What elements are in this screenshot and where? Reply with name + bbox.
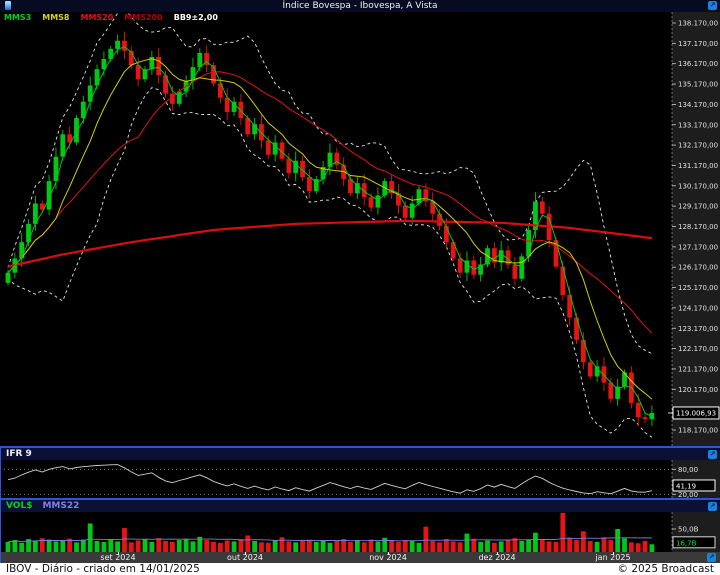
svg-text:16,7B: 16,7B [676,539,697,547]
mms8-line [8,59,652,399]
svg-text:133.170,00: 133.170,00 [678,121,718,129]
legend-mms3: MMS3 [4,13,31,22]
volume-bars [6,513,655,552]
trading-terminal-window: Índice Bovespa - Ibovespa, A Vista ↗ 138… [0,0,720,575]
volume-value-box: 16,7B [673,537,715,548]
time-axis-label: set 2024 [100,553,135,562]
volume-mms22-line [8,538,652,542]
svg-text:119.006,93: 119.006,93 [676,409,716,417]
main-price-chart[interactable]: 138.170,00 137.170,00 136.170,00 135.170,00… [0,12,720,446]
window-title: Índice Bovespa - Ibovespa, A Vista [0,0,720,12]
status-chart-info: IBOV - Diário - criado em 14/01/2025 [0,563,206,575]
status-bar: IBOV - Diário - criado em 14/01/2025 © 2… [0,563,720,575]
time-axis-label: dez 2024 [478,553,515,562]
ifr-popout-icon[interactable]: ↗ [708,450,717,459]
app-icon[interactable] [5,1,11,10]
status-copyright: © 2025 Broadcast [611,563,720,575]
price-axis: 138.170,00 137.170,00 136.170,00 135.170,00… [672,20,718,435]
ifr-value-box: 41,19 [673,480,715,491]
svg-text:50,0B: 50,0B [678,526,699,534]
volume-mms-label: MMS22 [32,500,79,512]
ifr-panel-title: IFR 9 [0,448,32,460]
time-axis: ↗ set 2024 out 2024 nov 2024 dez 2024 jan 20… [0,552,720,563]
svg-text:131.170,00: 131.170,00 [678,162,718,170]
svg-text:122.170,00: 122.170,00 [678,345,718,353]
svg-text:132.170,00: 132.170,00 [678,142,718,150]
legend-mms200: MMS200 [124,13,162,22]
svg-text:125.170,00: 125.170,00 [678,284,718,292]
volume-panel-title: VOL$ [0,500,32,512]
legend-bollinger: BB9±2,00 [174,13,218,22]
svg-text:118.170,00: 118.170,00 [678,427,718,435]
svg-text:134.170,00: 134.170,00 [678,101,718,109]
legend-mms8: MMS8 [42,13,69,22]
svg-text:120.170,00: 120.170,00 [678,386,718,394]
candles [6,32,655,427]
bollinger-bands [8,12,652,437]
popout-icon[interactable]: ↗ [708,1,717,10]
legend-mms20: MMS20 [81,13,114,22]
svg-text:126.170,00: 126.170,00 [678,264,718,272]
panel-left-edge [0,446,1,563]
svg-text:135.170,00: 135.170,00 [678,81,718,89]
svg-text:129.170,00: 129.170,00 [678,203,718,211]
timeaxis-popout-icon[interactable]: ↗ [707,553,716,562]
svg-text:20,00: 20,00 [678,491,698,498]
last-price-box: 119.006,93 [668,407,719,419]
indicator-legend: MMS3 MMS8 MMS20 MMS200 BB9±2,00 [4,13,218,22]
svg-text:41,19: 41,19 [676,482,696,490]
title-bar: Índice Bovespa - Ibovespa, A Vista ↗ [0,0,720,12]
svg-text:124.170,00: 124.170,00 [678,304,718,312]
svg-text:80,00: 80,00 [678,466,698,474]
svg-text:136.170,00: 136.170,00 [678,60,718,68]
ifr-panel-header: IFR 9 ↗ [0,446,720,460]
time-axis-label: out 2024 [227,553,263,562]
volume-popout-icon[interactable]: ↗ [708,502,717,511]
svg-text:130.170,00: 130.170,00 [678,182,718,190]
svg-text:121.170,00: 121.170,00 [678,365,718,373]
time-axis-label: jan 2025 [595,553,630,562]
ifr-indicator-chart[interactable]: 80,00 20,0041,19 [0,460,720,498]
mms20-line [8,72,652,333]
svg-text:127.170,00: 127.170,00 [678,243,718,251]
volume-panel-header: VOL$ MMS22 ↗ [0,498,720,512]
svg-text:128.170,00: 128.170,00 [678,223,718,231]
svg-text:138.170,00: 138.170,00 [678,20,718,28]
mms3-line [8,47,652,417]
time-axis-label: nov 2024 [369,553,407,562]
svg-text:137.170,00: 137.170,00 [678,40,718,48]
svg-text:123.170,00: 123.170,00 [678,325,718,333]
volume-chart[interactable]: 50,0B 16,7B [0,512,720,552]
